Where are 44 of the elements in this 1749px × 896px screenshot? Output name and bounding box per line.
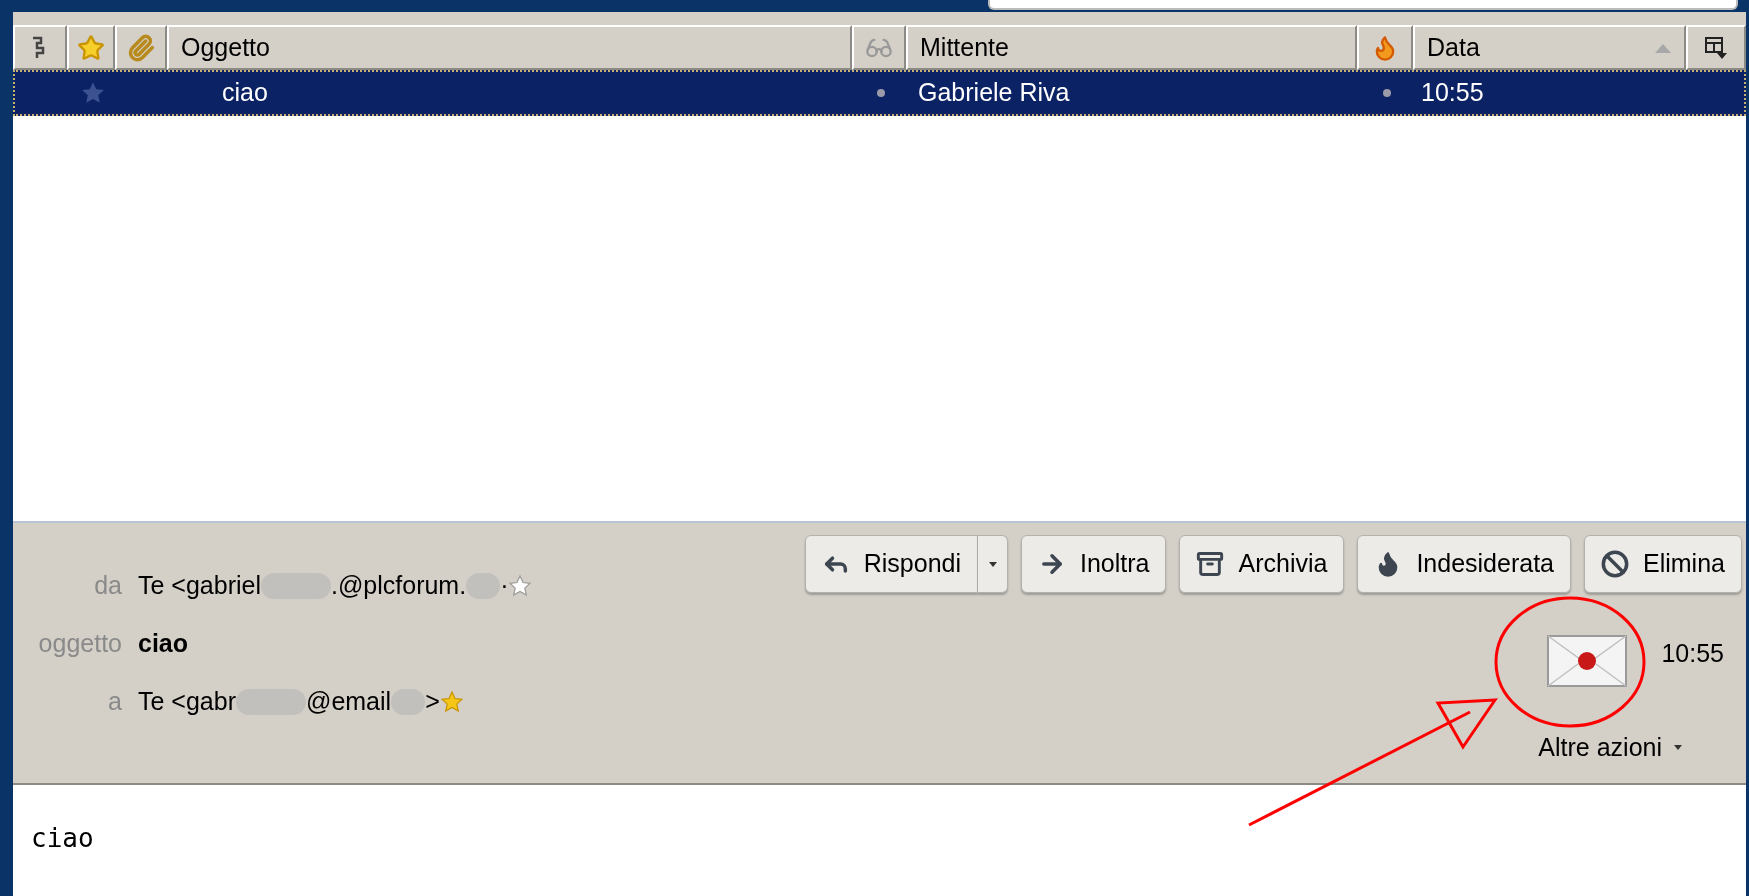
date-text: 10:55 xyxy=(1421,78,1484,107)
address-text: > xyxy=(425,686,440,718)
column-picker-header[interactable] xyxy=(1686,25,1746,70)
more-actions-button[interactable]: Altre azioni xyxy=(1538,729,1682,767)
toolbar-button[interactable]: Elimina xyxy=(1584,535,1742,593)
field-label: da xyxy=(93,570,123,602)
column-header[interactable]: Oggetto xyxy=(167,25,852,70)
attachment-column-header[interactable] xyxy=(115,25,167,70)
address-text: · xyxy=(500,570,509,602)
address-text: .@plcforum. xyxy=(331,570,467,602)
toolbar-button[interactable]: Archivia xyxy=(1179,535,1345,593)
star-column-header[interactable] xyxy=(67,25,115,70)
subject-value: ciao xyxy=(138,628,189,660)
address-text: Te <gabr xyxy=(138,686,236,718)
toolbar-button[interactable]: Inoltra xyxy=(1021,535,1167,593)
archive-box-icon xyxy=(1196,550,1225,578)
dropdown-button[interactable] xyxy=(978,535,1008,593)
address-text: Te <gabriel xyxy=(138,570,261,602)
paperclip-icon xyxy=(127,33,155,62)
read-column-header[interactable] xyxy=(852,25,906,70)
star-icon[interactable] xyxy=(439,690,464,714)
thread-column-header[interactable] xyxy=(13,25,67,70)
address-text: @email xyxy=(306,686,392,718)
column-picker-icon xyxy=(1704,35,1728,60)
column-header[interactable]: Data xyxy=(1413,25,1686,70)
field-label: a xyxy=(107,686,123,718)
toolbar-button[interactable]: Indesiderata xyxy=(1357,535,1571,593)
star-icon[interactable] xyxy=(508,574,533,598)
date-text: 10:55 xyxy=(1661,638,1724,669)
subject-text: ciao xyxy=(222,78,268,107)
star-icon[interactable] xyxy=(80,80,106,106)
caret-icon xyxy=(988,561,997,567)
toolbar-button[interactable]: Rispondi xyxy=(804,535,978,593)
search-field[interactable] xyxy=(988,0,1738,10)
sender-text: Gabriele Riva xyxy=(918,78,1070,107)
star-icon xyxy=(77,33,105,62)
junk-column-header[interactable] xyxy=(1357,25,1413,70)
no-entry-icon xyxy=(1601,550,1629,578)
column-header[interactable]: Mittente xyxy=(906,25,1357,70)
message-row[interactable]: ciao Gabriele Riva 10:55 xyxy=(13,70,1746,116)
envelope-icon[interactable] xyxy=(1547,635,1628,687)
body-text: ciao xyxy=(31,823,94,853)
caret-icon xyxy=(1674,745,1682,751)
field-label: oggetto xyxy=(37,628,123,660)
